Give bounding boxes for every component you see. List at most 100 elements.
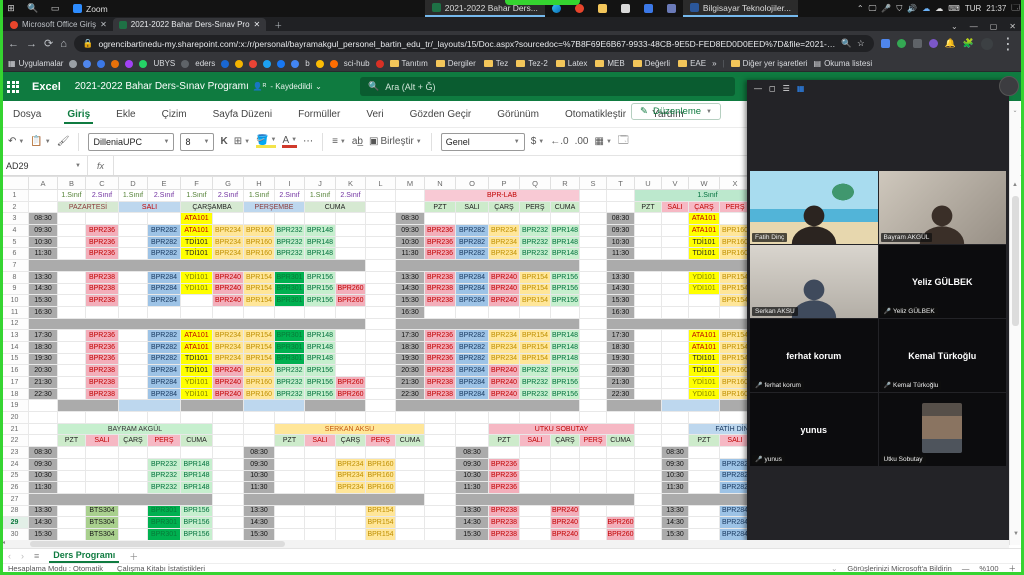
cell[interactable]: BPR238 [489,505,520,517]
cell[interactable] [58,225,86,237]
cell[interactable] [425,435,456,447]
cell[interactable] [119,248,148,260]
next-sheet-icon[interactable]: › [21,551,24,561]
cell[interactable] [580,388,607,400]
cell[interactable] [396,318,580,330]
sheet-menu-icon[interactable]: ≡ [34,551,39,561]
cell[interactable]: BPR236 [86,330,119,342]
cell[interactable] [336,330,366,342]
name-box[interactable]: AD29▼ [0,156,88,175]
cell[interactable]: BPR232 [520,225,551,237]
cell[interactable]: BPR236 [425,225,456,237]
cell[interactable]: 15:30 [29,528,58,540]
cell[interactable] [720,447,751,459]
row-header[interactable]: 26 [1,482,29,494]
cell[interactable]: BPR238 [425,377,456,389]
cell[interactable]: BPR236 [86,248,119,260]
cell[interactable] [635,225,662,237]
cell[interactable] [520,528,551,540]
other-bookmarks[interactable]: Diğer yer işaretleri [731,59,808,68]
row-header[interactable]: 9 [1,283,29,295]
cell[interactable] [213,470,244,482]
cell[interactable] [662,295,689,307]
workbook-stats[interactable]: Çalışma Kitabı İstatistikleri [117,564,205,573]
cell[interactable] [336,306,366,318]
taskbar-app-blue-icon[interactable] [637,0,660,17]
cell[interactable]: 1.Sınıf [181,190,213,202]
cell[interactable] [244,423,275,435]
ribbon-tab-veri[interactable]: Veri [353,104,396,125]
cell[interactable] [336,447,366,459]
start-button-icon[interactable]: ⊞ [0,3,22,14]
cell[interactable] [580,201,607,213]
cell[interactable]: BPR238 [86,377,119,389]
wrap-text-icon[interactable]: ab̲ [352,136,363,147]
cell[interactable] [520,447,551,459]
cell[interactable] [336,225,366,237]
cell[interactable] [425,493,456,505]
cell[interactable] [580,458,607,470]
cell[interactable]: 16:30 [607,306,635,318]
cell[interactable]: 11:30 [456,482,489,494]
cell[interactable] [489,447,520,459]
back-icon[interactable]: ← [8,38,19,50]
cell[interactable]: 2.Sınıf [213,190,244,202]
cell[interactable] [213,423,244,435]
extension-icon[interactable] [913,39,922,48]
cell[interactable] [29,190,58,202]
undo-button[interactable]: ↶▼ [8,136,24,147]
cell[interactable]: BPR234 [489,341,520,353]
cell[interactable] [366,248,396,260]
cell[interactable]: BPR236 [425,236,456,248]
cell[interactable]: BPR234 [336,470,366,482]
row-header[interactable]: 4 [1,225,29,237]
cell[interactable] [689,470,720,482]
bookmark-favicon[interactable] [221,60,229,68]
cell[interactable] [305,528,336,540]
cell[interactable]: BPR148 [551,341,580,353]
extension-icon[interactable] [881,39,890,48]
cell[interactable] [275,458,305,470]
cell[interactable] [607,470,635,482]
cell[interactable]: PZT [58,435,86,447]
cell[interactable]: 08:30 [456,447,489,459]
cell[interactable]: BPR160 [720,248,751,260]
bookmark-folder[interactable]: Dergiler [436,59,476,68]
cell[interactable]: BPR238 [425,365,456,377]
cell[interactable] [580,412,607,424]
cell[interactable]: BPR156 [551,388,580,400]
cell[interactable]: 1.Sınıf [58,190,86,202]
cell[interactable] [119,295,148,307]
cell[interactable]: BPR301 [275,271,305,283]
cell[interactable] [148,412,181,424]
cell[interactable]: YDİ101 [689,283,720,295]
cell[interactable]: BPR240 [213,377,244,389]
cell[interactable]: BPR238 [86,295,119,307]
cell[interactable]: 08:30 [29,213,58,225]
extension-icon[interactable] [897,39,906,48]
cell[interactable]: 14:30 [244,517,275,529]
cell[interactable]: ATA101 [181,330,213,342]
cell[interactable]: PERŞEMBE [244,201,305,213]
column-header[interactable]: J [305,177,336,190]
cell[interactable]: BPR282 [456,330,489,342]
cell[interactable] [425,458,456,470]
cell[interactable] [305,213,336,225]
cell[interactable]: BPR282 [148,330,181,342]
cell[interactable] [58,388,86,400]
cell[interactable]: 18:30 [607,341,635,353]
cell[interactable]: BPR301 [148,505,181,517]
cell[interactable]: BPR236 [86,341,119,353]
cell[interactable] [580,260,607,272]
cell[interactable]: BPR240 [213,388,244,400]
cell[interactable]: BPR156 [305,388,336,400]
column-header[interactable]: L [366,177,396,190]
tab-search-chevron-icon[interactable]: ⌄ [951,22,958,31]
cell[interactable]: YDİ101 [689,377,720,389]
cell[interactable] [396,400,580,412]
column-header[interactable]: H [244,177,275,190]
cell[interactable]: BPR160 [244,365,275,377]
cell[interactable] [607,400,662,412]
cell[interactable] [275,213,305,225]
sheet-tab[interactable]: Ders Programı [49,550,119,563]
